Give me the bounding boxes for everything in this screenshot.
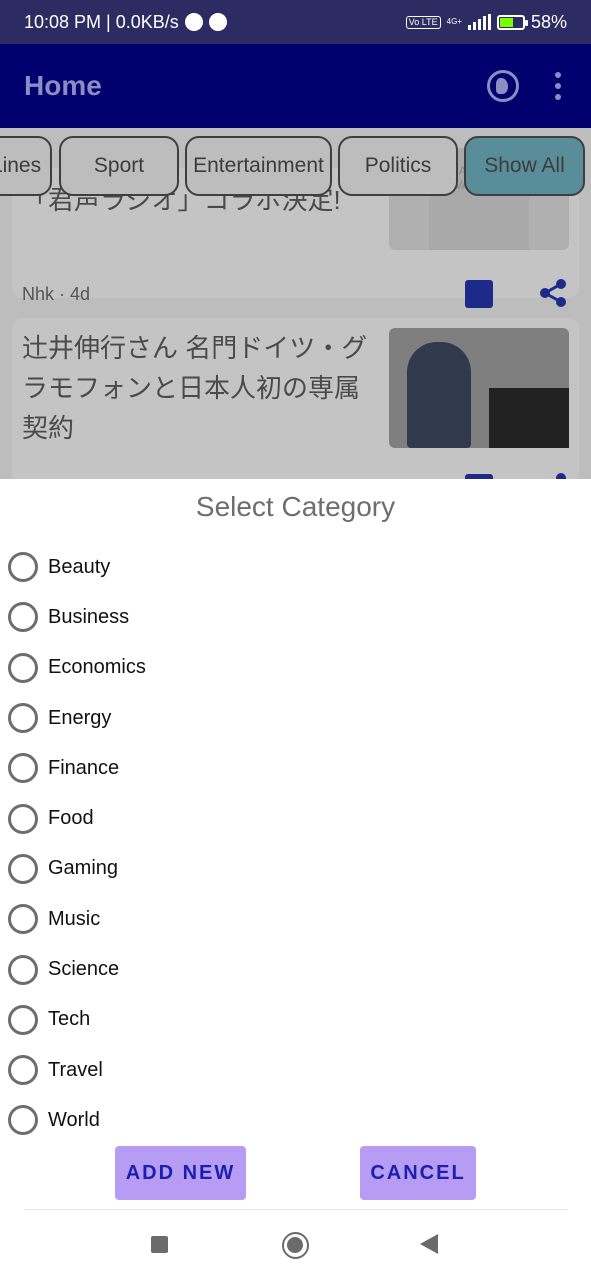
add-new-button[interactable]: ADD NEW bbox=[115, 1146, 246, 1200]
recents-icon[interactable] bbox=[151, 1236, 168, 1253]
status-bar: 10:08 PM | 0.0KB/s Vo LTE 4G+ 58% bbox=[0, 0, 591, 44]
more-vert-icon[interactable] bbox=[549, 72, 567, 100]
radio-label: Tech bbox=[48, 1008, 91, 1031]
cancel-button[interactable]: CANCEL bbox=[360, 1146, 476, 1200]
radio-icon[interactable] bbox=[8, 1105, 38, 1136]
share-icon[interactable] bbox=[538, 278, 568, 308]
app-title: Home bbox=[24, 70, 102, 101]
card-meta: Nhk · 4d bbox=[22, 284, 91, 304]
chip-entertainment[interactable]: Entertainment bbox=[185, 136, 332, 196]
battery-icon bbox=[496, 14, 528, 30]
radio-option-travel[interactable]: Travel bbox=[8, 1045, 146, 1095]
radio-option-world[interactable]: World bbox=[8, 1095, 146, 1145]
radio-option-economics[interactable]: Economics bbox=[8, 643, 146, 693]
radio-option-science[interactable]: Science bbox=[8, 944, 146, 994]
radio-icon[interactable] bbox=[8, 1004, 38, 1035]
news-card[interactable]: 辻井伸行さん 名門ドイツ・グラモフォンと日本人初の専属契約 bbox=[12, 318, 579, 479]
radio-icon[interactable] bbox=[8, 803, 38, 834]
radio-option-music[interactable]: Music bbox=[8, 894, 146, 944]
category-chips: Lines Sport Entertainment Politics Show … bbox=[0, 136, 591, 196]
radio-option-finance[interactable]: Finance bbox=[8, 743, 146, 793]
radio-label: Science bbox=[48, 958, 120, 981]
radio-icon[interactable] bbox=[8, 703, 38, 734]
radio-option-tech[interactable]: Tech bbox=[8, 995, 146, 1045]
app-actions bbox=[487, 70, 567, 102]
radio-icon[interactable] bbox=[8, 954, 38, 985]
radio-icon[interactable] bbox=[8, 1055, 38, 1086]
back-icon[interactable] bbox=[420, 1234, 438, 1254]
dialog-title: Select Category bbox=[195, 491, 396, 522]
card-thumbnail bbox=[389, 328, 569, 448]
radio-option-business[interactable]: Business bbox=[8, 592, 146, 642]
radio-icon[interactable] bbox=[8, 552, 38, 583]
status-time: 10:08 PM | 0.0KB/s bbox=[24, 11, 179, 32]
radio-option-food[interactable]: Food bbox=[8, 793, 146, 843]
background-content: 「君声ラジオ」コラボ決定! IMAGE NOT AVAILABLE Nhk · … bbox=[0, 128, 591, 479]
radio-icon[interactable] bbox=[8, 602, 38, 633]
chip-lines[interactable]: Lines bbox=[0, 136, 52, 196]
radio-option-energy[interactable]: Energy bbox=[8, 693, 146, 743]
radio-label: Travel bbox=[48, 1058, 103, 1081]
chip-politics[interactable]: Politics bbox=[338, 136, 458, 196]
save-icon[interactable] bbox=[465, 280, 493, 308]
radio-label: Business bbox=[48, 605, 130, 628]
radio-icon[interactable] bbox=[8, 853, 38, 884]
status-left: 10:08 PM | 0.0KB/s bbox=[24, 12, 227, 33]
system-nav-bar bbox=[0, 1208, 591, 1280]
radio-option-gaming[interactable]: Gaming bbox=[8, 844, 146, 894]
category-radio-list: Beauty Business Economics Energy Finance… bbox=[8, 542, 146, 1146]
status-right: Vo LTE 4G+ 58% bbox=[405, 11, 567, 33]
globe-icon[interactable] bbox=[487, 70, 519, 102]
app-bar: Home bbox=[0, 44, 591, 128]
radio-icon[interactable] bbox=[8, 753, 38, 784]
signal-icon bbox=[467, 14, 491, 30]
select-category-dialog: Select Category Beauty Business Economic… bbox=[0, 479, 591, 1280]
home-icon[interactable] bbox=[282, 1232, 309, 1259]
notification-icon-2 bbox=[208, 13, 227, 31]
radio-label: Beauty bbox=[48, 555, 111, 578]
thumbnail-piano bbox=[489, 388, 569, 448]
chip-sport[interactable]: Sport bbox=[59, 136, 179, 196]
thumbnail-person bbox=[407, 342, 471, 448]
radio-label: World bbox=[48, 1108, 100, 1131]
radio-option-beauty[interactable]: Beauty bbox=[8, 542, 146, 592]
radio-label: Energy bbox=[48, 706, 112, 729]
volte-icon: Vo LTE bbox=[405, 15, 441, 29]
battery-percent: 58% bbox=[530, 11, 567, 32]
radio-label: Economics bbox=[48, 656, 146, 679]
notification-icon bbox=[184, 13, 203, 31]
radio-label: Food bbox=[48, 807, 94, 830]
radio-icon[interactable] bbox=[8, 652, 38, 683]
card-title: 辻井伸行さん 名門ドイツ・グラモフォンと日本人初の専属契約 bbox=[22, 333, 368, 443]
share-icon[interactable] bbox=[538, 472, 568, 479]
chip-show-all[interactable]: Show All bbox=[464, 136, 585, 196]
radio-label: Gaming bbox=[48, 857, 119, 880]
radio-icon[interactable] bbox=[8, 904, 38, 935]
network-type: 4G+ bbox=[446, 17, 462, 26]
radio-label: Music bbox=[48, 907, 101, 930]
radio-label: Finance bbox=[48, 756, 120, 779]
